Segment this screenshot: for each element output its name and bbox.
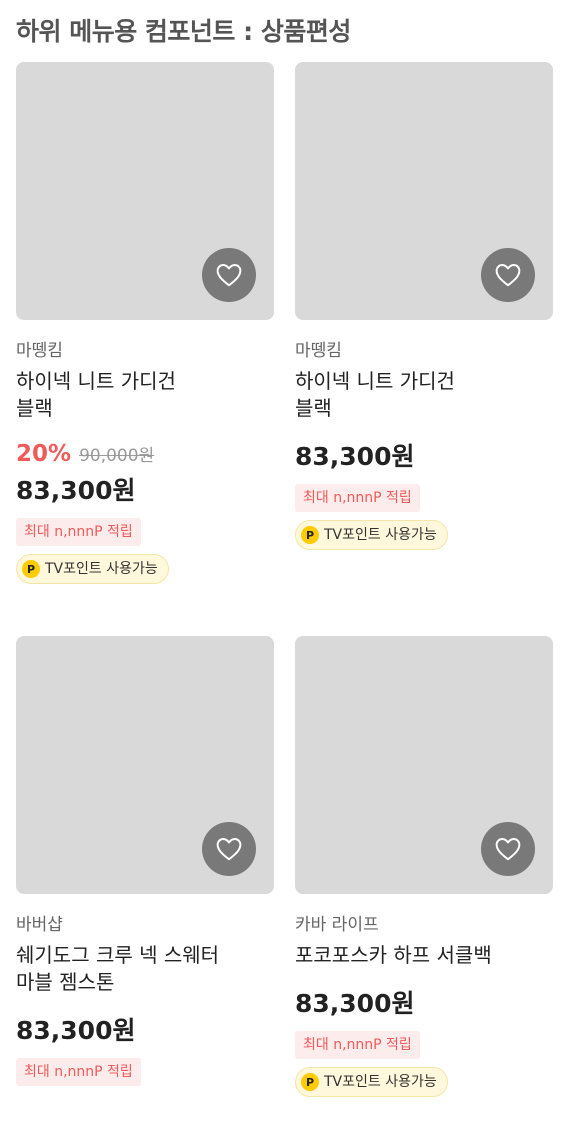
price-block: 83,300원 [16,1014,274,1048]
tv-point-badge: P TV포인트 사용가능 [295,520,448,550]
tv-point-label: TV포인트 사용가능 [324,527,437,543]
point-icon: P [301,1073,319,1091]
product-grid-page: 하위 메뉴용 컴포넌트 : 상품편성 마뗑킴 하이넥 니트 가디건 블랙 20%… [0,0,570,1134]
heart-icon [495,264,521,287]
price-block: 83,300원 [295,440,553,474]
product-name-line1: 하이넥 니트 가디건 [295,369,455,393]
points-badge: 최대 n,nnnP 적립 [295,1031,420,1059]
page-title: 하위 메뉴용 컴포넌트 : 상품편성 [16,17,351,46]
heart-icon [216,838,242,861]
wishlist-button[interactable] [202,822,256,876]
product-image[interactable] [295,62,553,320]
discount-row: 20% 90,000원 [16,440,274,470]
product-card[interactable]: 마뗑킴 하이넥 니트 가디건 블랙 20% 90,000원 83,300원 최대… [16,62,274,584]
wishlist-button[interactable] [481,248,535,302]
wishlist-button[interactable] [481,822,535,876]
sale-price: 83,300원 [295,442,415,471]
product-name-line2: 마블 젬스톤 [16,970,115,994]
tv-point-badge: P TV포인트 사용가능 [16,554,169,584]
product-brand: 마뗑킴 [295,341,342,361]
sale-price: 83,300원 [16,1016,136,1045]
wishlist-button[interactable] [202,248,256,302]
sale-price: 83,300원 [16,476,136,505]
product-name-line2: 블랙 [295,396,332,420]
point-icon: P [22,560,40,578]
heart-icon [216,264,242,287]
product-image[interactable] [16,62,274,320]
points-badge: 최대 n,nnnP 적립 [16,518,141,546]
product-name[interactable]: 하이넥 니트 가디건 블랙 [295,368,553,422]
product-name-line1: 쉐기도그 크루 넥 스웨터 [16,943,220,967]
product-name[interactable]: 쉐기도그 크루 넥 스웨터 마블 젬스톤 [16,942,274,996]
discount-rate: 20% [16,441,72,467]
sale-price: 83,300원 [295,989,415,1018]
tv-point-label: TV포인트 사용가능 [324,1074,437,1090]
product-brand: 마뗑킴 [16,341,63,361]
price-block: 20% 90,000원 83,300원 [16,440,274,508]
original-price: 90,000원 [79,446,155,466]
tv-point-label: TV포인트 사용가능 [45,561,158,577]
points-badge: 최대 n,nnnP 적립 [16,1058,141,1086]
product-name-line1: 포코포스카 하프 서클백 [295,943,492,967]
price-block: 83,300원 [295,987,553,1021]
product-card[interactable]: 마뗑킴 하이넥 니트 가디건 블랙 83,300원 최대 n,nnnP 적립 P… [295,62,553,550]
product-name[interactable]: 하이넥 니트 가디건 블랙 [16,368,274,422]
product-card[interactable]: 바버샵 쉐기도그 크루 넥 스웨터 마블 젬스톤 83,300원 최대 n,nn… [16,636,274,1086]
product-name-line2: 블랙 [16,396,53,420]
points-badge: 최대 n,nnnP 적립 [295,484,420,512]
product-name[interactable]: 포코포스카 하프 서클백 [295,942,553,969]
product-image[interactable] [295,636,553,894]
point-icon: P [301,526,319,544]
product-brand: 바버샵 [16,915,63,935]
heart-icon [495,838,521,861]
product-image[interactable] [16,636,274,894]
product-name-line1: 하이넥 니트 가디건 [16,369,176,393]
tv-point-badge: P TV포인트 사용가능 [295,1067,448,1097]
product-card[interactable]: 카바 라이프 포코포스카 하프 서클백 83,300원 최대 n,nnnP 적립… [295,636,553,1097]
product-brand: 카바 라이프 [295,915,379,935]
